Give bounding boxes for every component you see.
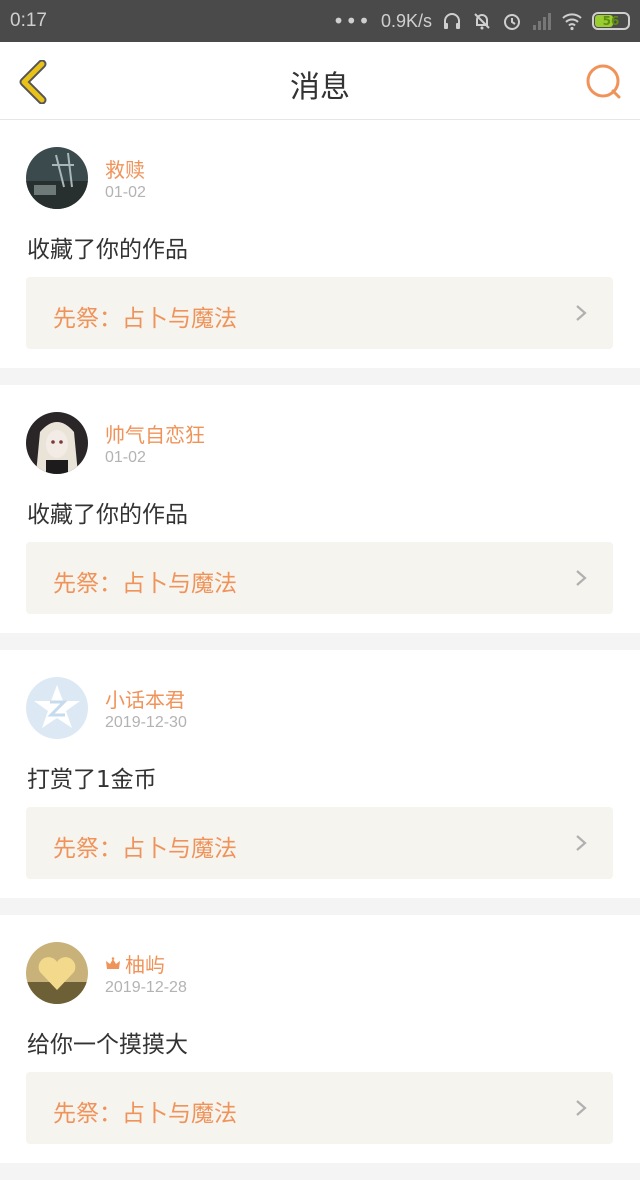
avatar[interactable] bbox=[26, 677, 88, 739]
status-indicators: ••• 0.9K/s 56 bbox=[333, 11, 630, 32]
work-link[interactable]: 先祭：占卜与魔法 bbox=[26, 807, 613, 879]
message-date: 01-02 bbox=[105, 449, 146, 466]
message-list: 救赎 01-02 收藏了你的作品 先祭：占卜与魔法 帅气自恋狂 01-02 收藏… bbox=[0, 120, 640, 1180]
status-bar: 0:17 ••• 0.9K/s 56 bbox=[0, 0, 640, 42]
network-speed: 0.9K/s bbox=[380, 10, 432, 31]
crown-icon bbox=[106, 956, 120, 969]
user-name[interactable]: 救赎 bbox=[105, 154, 145, 183]
user-name[interactable]: 帅气自恋狂 bbox=[105, 419, 205, 448]
avatar[interactable] bbox=[26, 942, 88, 1004]
chevron-right-icon bbox=[576, 1100, 587, 1116]
chevron-right-icon bbox=[576, 570, 587, 586]
status-time: 0:17 bbox=[10, 10, 47, 31]
message-date: 01-02 bbox=[105, 184, 146, 201]
work-link[interactable]: 先祭：占卜与魔法 bbox=[26, 277, 613, 349]
message-date: 2019-12-30 bbox=[105, 714, 187, 731]
bell-muted-icon bbox=[474, 13, 490, 30]
work-title: 先祭：占卜与魔法 bbox=[53, 1101, 237, 1127]
battery-level: 56 bbox=[602, 14, 620, 28]
user-name[interactable]: 小话本君 bbox=[105, 684, 185, 713]
work-title: 先祭：占卜与魔法 bbox=[53, 571, 237, 597]
wifi-icon bbox=[562, 13, 582, 31]
message-card: 小话本君 2019-12-30 打赏了1金币 先祭：占卜与魔法 bbox=[0, 650, 640, 898]
work-title: 先祭：占卜与魔法 bbox=[53, 836, 237, 862]
message-card: 帅气自恋狂 01-02 收藏了你的作品 先祭：占卜与魔法 bbox=[0, 385, 640, 633]
more-dots-icon: ••• bbox=[332, 9, 371, 33]
signal-icon bbox=[533, 13, 551, 30]
work-title: 先祭：占卜与魔法 bbox=[53, 306, 237, 332]
search-icon[interactable] bbox=[584, 62, 624, 102]
battery-indicator: 56 bbox=[592, 12, 630, 30]
top-navigation-bar: 消息 bbox=[0, 42, 640, 120]
message-card: 柚屿 2019-12-28 给你一个摸摸大 先祭：占卜与魔法 bbox=[0, 915, 640, 1163]
work-link[interactable]: 先祭：占卜与魔法 bbox=[26, 542, 613, 614]
user-name[interactable]: 柚屿 bbox=[105, 949, 165, 978]
headset-icon bbox=[444, 13, 460, 29]
message-date: 2019-12-28 bbox=[105, 979, 187, 996]
page-title: 消息 bbox=[290, 70, 350, 105]
message-action: 打赏了1金币 bbox=[27, 767, 157, 793]
message-action: 给你一个摸摸大 bbox=[27, 1032, 188, 1058]
alarm-icon bbox=[504, 14, 520, 30]
message-action: 收藏了你的作品 bbox=[27, 502, 188, 528]
avatar[interactable] bbox=[26, 147, 88, 209]
chevron-right-icon bbox=[576, 305, 587, 321]
message-action: 收藏了你的作品 bbox=[27, 237, 188, 263]
work-link[interactable]: 先祭：占卜与魔法 bbox=[26, 1072, 613, 1144]
chevron-right-icon bbox=[576, 835, 587, 851]
message-card: 救赎 01-02 收藏了你的作品 先祭：占卜与魔法 bbox=[0, 120, 640, 368]
avatar[interactable] bbox=[26, 412, 88, 474]
